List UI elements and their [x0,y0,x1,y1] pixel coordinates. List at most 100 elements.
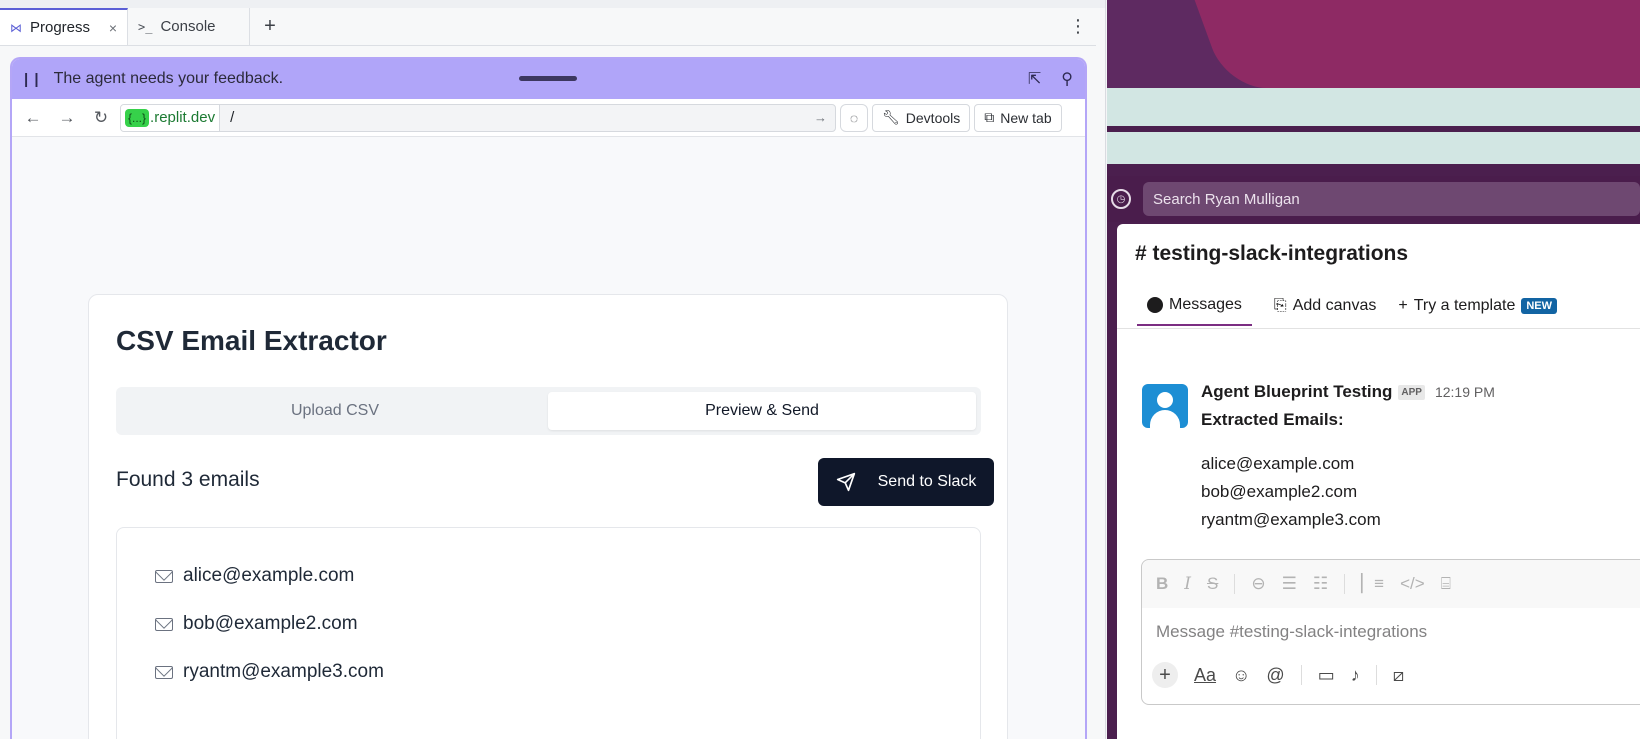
microphone-icon[interactable]: ♪ [1351,665,1360,686]
slack-pane: ◷ Search Ryan Mulligan # testing-slack-i… [1107,0,1640,739]
tab-add-canvas-label: Add canvas [1292,297,1377,314]
wallpaper-stripe [1107,132,1640,164]
url-path[interactable]: / [220,109,814,126]
list-item: alice@example.com [155,552,942,600]
wallpaper-shape [1187,0,1640,88]
message-composer: B I S ⊖ ☰ ☷ ▏≡ </> ⌸ Message #testing-sl… [1141,559,1640,705]
tab-console-label: Console [160,18,216,35]
reload-icon[interactable]: ↻ [86,108,116,128]
tab-upload-csv[interactable]: Upload CSV [121,392,549,430]
tab-messages[interactable]: Messages [1137,286,1252,326]
text-format-icon[interactable]: Aa [1194,665,1216,686]
extractor-card: CSV Email Extractor Upload CSV Preview &… [88,294,1008,739]
open-external-icon[interactable]: ⇱ [1028,69,1041,89]
external-link-icon: ⧉ [984,109,995,125]
replit-pane: ⋈ Progress × >_ Console + ⋮ | | The agen… [0,0,1106,739]
link-icon[interactable]: ⊖ [1251,574,1265,594]
bulleted-list-icon[interactable]: ☷ [1313,574,1328,594]
italic-icon[interactable]: I [1184,574,1191,594]
email-list: alice@example.com bob@example2.com ryant… [116,527,981,739]
attach-plus-icon[interactable]: + [1152,662,1178,688]
history-icon[interactable]: ◷ [1111,189,1131,209]
email-address: ryantm@example3.com [183,661,384,682]
url-host: {...} .replit.dev [121,104,221,131]
divider [1300,665,1302,685]
forward-arrow-icon[interactable]: → [52,108,82,128]
mail-icon [155,569,173,583]
tab-messages-label: Messages [1169,296,1242,313]
message-input[interactable]: Message #testing-slack-integrations [1142,608,1640,656]
bold-icon[interactable]: B [1156,574,1168,594]
found-count: Found 3 emails [116,468,260,491]
feedback-bar: | | The agent needs your feedback. ⇱ ⚲ [12,59,1085,99]
more-options-icon[interactable]: ⋮ [1060,8,1096,45]
mention-icon[interactable]: @ [1266,665,1284,686]
new-badge: NEW [1521,298,1558,314]
progress-icon: ⋈ [10,20,22,35]
email-address: bob@example2.com [183,613,358,634]
tab-add-canvas[interactable]: ⎘ Add canvas [1274,286,1376,326]
formatting-toolbar: B I S ⊖ ☰ ☷ ▏≡ </> ⌸ [1142,560,1640,608]
send-to-slack-button[interactable]: Send to Slack [818,458,994,506]
avatar[interactable] [1142,384,1188,428]
mail-icon [155,617,173,631]
divider [1234,574,1236,594]
new-tab-button[interactable]: ⧉ New tab [974,103,1062,132]
channel-tabs: Messages ⎘ Add canvas + Try a template N… [1137,286,1558,326]
pause-icon[interactable]: | | [24,71,40,88]
message-email: ryantm@example3.com [1201,510,1381,529]
palette-icon[interactable]: ◌ [840,103,868,132]
back-arrow-icon[interactable]: ← [18,108,48,128]
tab-try-template-label: Try a template [1413,297,1516,314]
code-icon[interactable]: </> [1400,574,1425,594]
plus-icon: + [1398,297,1408,314]
new-tab-label: New tab [1000,109,1052,126]
close-icon[interactable]: × [109,20,117,36]
go-arrow-icon[interactable]: → [814,110,835,125]
message-timestamp[interactable]: 12:19 PM [1435,384,1495,400]
feedback-text: The agent needs your feedback. [53,70,284,87]
url-host-text: .replit.dev [150,109,216,126]
message-email-list: alice@example.com bob@example2.com ryant… [1201,450,1381,534]
app-badge: APP [1398,384,1425,400]
workspace-tabbar: ⋈ Progress × >_ Console + ⋮ [0,8,1096,46]
send-to-slack-label: Send to Slack [877,473,977,490]
code-block-icon[interactable]: ⌸ [1441,574,1451,594]
video-icon[interactable]: ▭ [1318,665,1335,686]
message-heading: Extracted Emails: [1201,410,1344,429]
divider [1344,574,1346,594]
tab-try-template[interactable]: + Try a template NEW [1398,286,1558,326]
tab-preview-send[interactable]: Preview & Send [548,392,976,430]
browser-toolbar: ← → ↻ {...} .replit.dev / → ◌ 🔧︎ Devtool… [12,99,1085,137]
divider [1375,665,1377,685]
ordered-list-icon[interactable]: ☰ [1282,574,1297,594]
mode-tabs: Upload CSV Preview & Send [116,387,981,435]
blockquote-icon[interactable]: ▏≡ [1361,574,1384,594]
url-bar[interactable]: {...} .replit.dev / → [120,103,836,132]
wallpaper-stripe [1107,88,1640,126]
list-item: bob@example2.com [155,600,942,648]
mail-icon [155,665,173,679]
devtools-button[interactable]: 🔧︎ Devtools [872,103,971,132]
strikethrough-icon[interactable]: S [1207,574,1218,594]
tab-progress[interactable]: ⋈ Progress × [0,8,128,45]
page-title: CSV Email Extractor [116,325,387,356]
emoji-icon[interactable]: ☺ [1232,665,1250,686]
tab-console[interactable]: >_ Console [128,8,250,45]
wrench-icon: 🔧︎ [882,109,900,125]
drag-handle[interactable] [519,76,577,81]
pin-icon[interactable]: ⚲ [1061,69,1073,89]
feedback-bar-actions: ⇱ ⚲ [1028,69,1073,89]
url-host-chip: {...} [125,108,150,127]
add-tab-button[interactable]: + [250,8,290,45]
sender-name[interactable]: Agent Blueprint Testing [1201,382,1392,402]
top-strip [0,0,1105,8]
shortcuts-icon[interactable]: ⧄ [1393,665,1404,686]
channel-title[interactable]: # testing-slack-integrations [1135,242,1408,266]
terminal-icon: >_ [138,19,153,34]
slack-topbar: ◷ Search Ryan Mulligan [1107,176,1640,222]
search-input[interactable]: Search Ryan Mulligan [1143,182,1640,216]
send-icon [836,472,855,492]
composer-actions: + Aa ☺ @ ▭ ♪ ⧄ [1152,662,1404,688]
devtools-label: Devtools [905,109,961,126]
